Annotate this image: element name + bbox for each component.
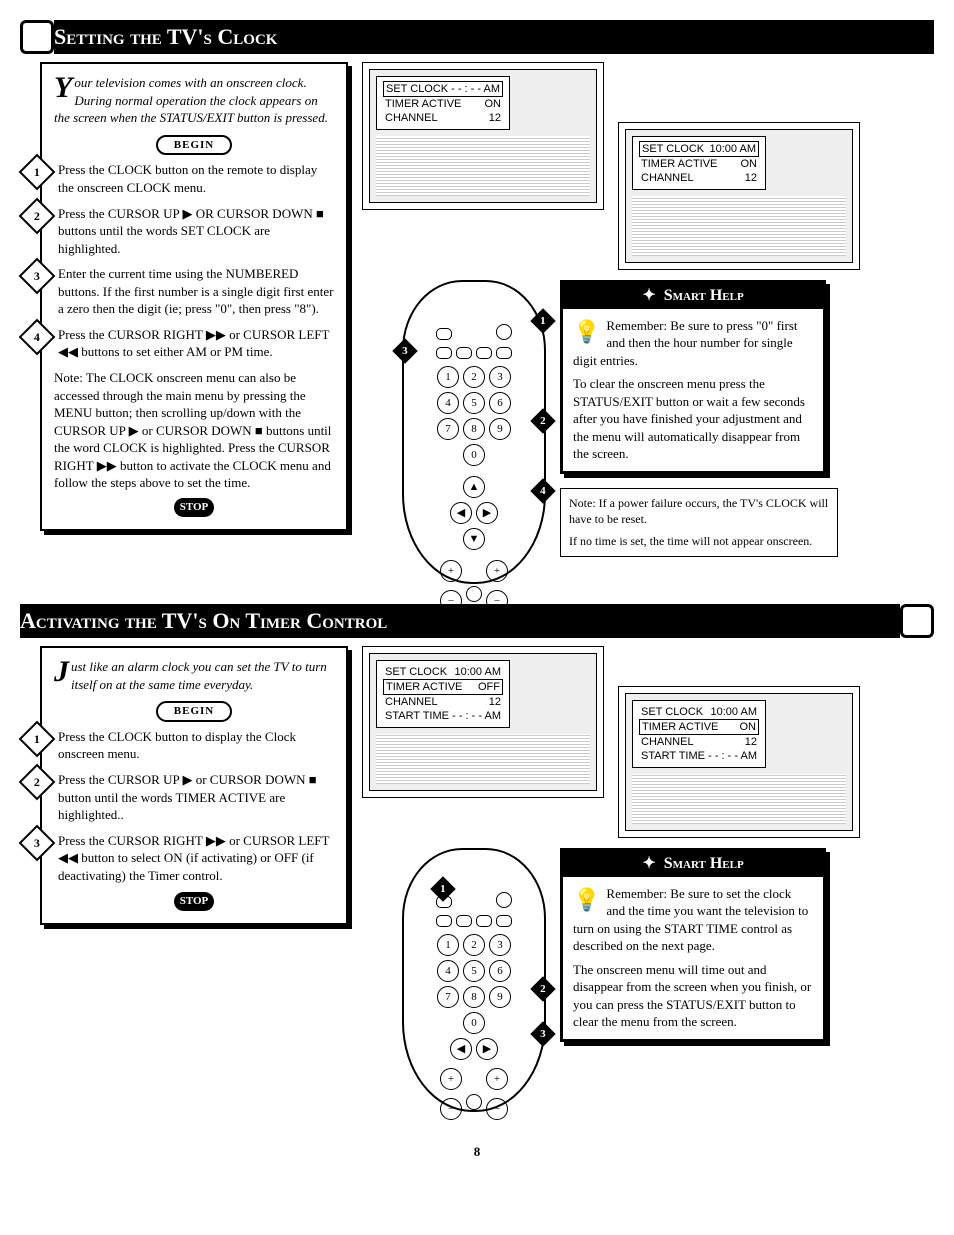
note-p2: If no time is set, the time will not app… bbox=[569, 533, 829, 549]
intro-text: ust like an alarm clock you can set the … bbox=[71, 659, 327, 692]
menu-label: SET CLOCK bbox=[642, 143, 704, 155]
menu-label: CHANNEL bbox=[385, 696, 438, 708]
bulb-icon: 💡 bbox=[573, 885, 600, 915]
page-number: 8 bbox=[20, 1144, 934, 1160]
section1-instructions: Y our television comes with an onscreen … bbox=[40, 62, 348, 531]
menu-label: SET CLOCK bbox=[385, 666, 447, 678]
step2: Press the CURSOR UP ▶ or CURSOR DOWN ■ b… bbox=[58, 772, 317, 822]
begin-pill: BEGIN bbox=[156, 701, 232, 722]
menu-label: TIMER ACTIVE bbox=[641, 158, 717, 170]
menu-label: CHANNEL bbox=[641, 736, 694, 748]
section-checkbox bbox=[900, 604, 934, 638]
menu-label: START TIME bbox=[385, 710, 449, 722]
section2-instructions: J ust like an alarm clock you can set th… bbox=[40, 646, 348, 925]
menu-value: - - : - - AM bbox=[452, 710, 501, 722]
menu-value: 12 bbox=[745, 736, 757, 748]
menu-value: ON bbox=[741, 158, 758, 170]
menu-value: OFF bbox=[478, 681, 500, 693]
static-pattern bbox=[376, 734, 590, 784]
step1: Press the CLOCK button to display the Cl… bbox=[58, 729, 296, 762]
menu-label: START TIME bbox=[641, 750, 705, 762]
step3: Enter the current time using the NUMBERE… bbox=[58, 266, 333, 316]
section1-title: Setting the TV's Clock bbox=[54, 20, 934, 54]
menu-value: 12 bbox=[489, 112, 501, 124]
smart-help-p1: Remember: Be sure to set the clock and t… bbox=[573, 885, 813, 955]
step3: Press the CURSOR RIGHT ▶▶ or CURSOR LEFT… bbox=[58, 833, 329, 883]
smart-help-box: ✦ Smart Help 💡 Remember: Be sure to set … bbox=[560, 848, 826, 1042]
smart-help-title: Smart Help bbox=[664, 287, 744, 304]
dropcap: J bbox=[54, 658, 71, 685]
stop-badge: STOP bbox=[174, 892, 214, 911]
begin-pill: BEGIN bbox=[156, 135, 232, 156]
menu-label: CHANNEL bbox=[385, 112, 438, 124]
static-pattern bbox=[632, 196, 846, 256]
tv-screen-after: SET CLOCK 10:00 AM TIMER ACTIVE ON CHANNEL… bbox=[618, 122, 860, 270]
step2: Press the CURSOR UP ▶ OR CURSOR DOWN ■ b… bbox=[58, 206, 324, 256]
bulb-icon: 💡 bbox=[573, 317, 600, 347]
menu-value: - - : - - AM bbox=[451, 83, 500, 95]
section-checkbox bbox=[20, 20, 54, 54]
menu-label: TIMER ACTIVE bbox=[386, 681, 462, 693]
menu-value: 10:00 AM bbox=[710, 143, 756, 155]
menu-label: TIMER ACTIVE bbox=[385, 98, 461, 110]
dropcap: Y bbox=[54, 74, 74, 101]
tv-screen-after: SET CLOCK 10:00 AM TIMER ACTIVE ON CHANNEL… bbox=[618, 686, 860, 838]
remote-control: 123 456 789 0 ▲ ◀▶ ▼ ++ −− 1 3 2 4 bbox=[402, 280, 546, 584]
menu-label: CHANNEL bbox=[641, 172, 694, 184]
smart-help-title: Smart Help bbox=[664, 855, 744, 872]
smart-help-box: ✦ Smart Help 💡 Remember: Be sure to pres… bbox=[560, 280, 826, 474]
smart-help-p2: To clear the onscreen menu press the STA… bbox=[573, 375, 813, 463]
smart-help-p1: Remember: Be sure to press "0" first and… bbox=[573, 317, 813, 370]
static-pattern bbox=[632, 774, 846, 824]
smart-help-p2: The onscreen menu will time out and disa… bbox=[573, 961, 813, 1031]
menu-value: 12 bbox=[489, 696, 501, 708]
note-p1: Note: If a power failure occurs, the TV'… bbox=[569, 495, 829, 527]
menu-value: ON bbox=[740, 721, 757, 733]
static-pattern bbox=[376, 136, 590, 196]
menu-value: 12 bbox=[745, 172, 757, 184]
menu-label: TIMER ACTIVE bbox=[642, 721, 718, 733]
step4: Press the CURSOR RIGHT ▶▶ or CURSOR LEFT… bbox=[58, 327, 329, 360]
menu-value: ON bbox=[485, 98, 502, 110]
menu-value: 10:00 AM bbox=[455, 666, 501, 678]
menu-label: SET CLOCK bbox=[641, 706, 703, 718]
intro-text: our television comes with an onscreen cl… bbox=[54, 75, 328, 125]
tv-screen-before: SET CLOCK 10:00 AM TIMER ACTIVE OFF CHANNE… bbox=[362, 646, 604, 798]
step1: Press the CLOCK button on the remote to … bbox=[58, 162, 317, 195]
stop-badge: STOP bbox=[174, 498, 214, 517]
menu-value: - - : - - AM bbox=[708, 750, 757, 762]
menu-value: 10:00 AM bbox=[711, 706, 757, 718]
menu-label: SET CLOCK bbox=[386, 83, 448, 95]
note-box: Note: If a power failure occurs, the TV'… bbox=[560, 488, 838, 557]
remote-control: 123 456 789 0 ◀▶ ++ −− 1 2 3 bbox=[402, 848, 546, 1112]
note-text: Note: The CLOCK onscreen menu can also b… bbox=[54, 369, 334, 492]
tv-screen-before: SET CLOCK- - : - - AM TIMER ACTIVE ON CHA… bbox=[362, 62, 604, 210]
